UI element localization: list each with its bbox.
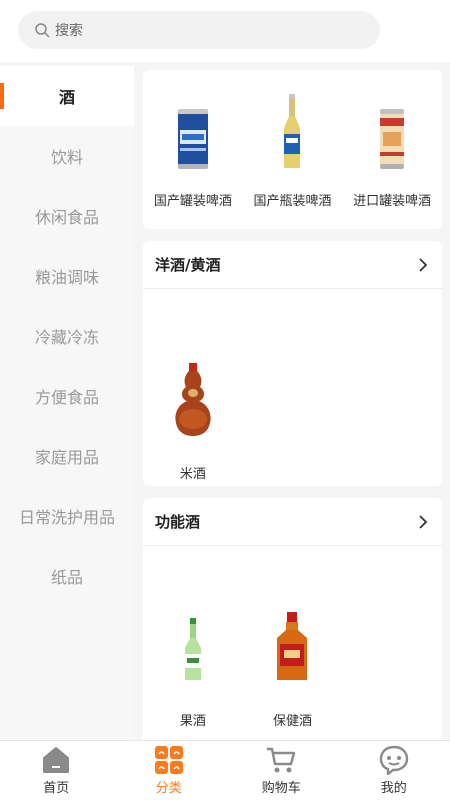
sidebar-item-label: 纸品	[50, 568, 83, 587]
sidebar-item-label: 家庭用品	[34, 448, 99, 467]
search-input[interactable]: 搜索	[18, 11, 380, 49]
gourd-bottle-icon	[175, 363, 211, 436]
functional-wine-section: 功能酒 果酒 保健酒	[143, 498, 442, 758]
beer-bottle-icon	[284, 94, 301, 168]
sidebar-item-label: 日常洗护用品	[18, 508, 115, 527]
product-label: 国产瓶装啤酒	[253, 194, 332, 209]
sidebar-item-label: 饮料	[50, 148, 83, 167]
sidebar-item-instant-food[interactable]: 方便食品	[0, 366, 134, 426]
product-imported-canned-beer[interactable]: 进口罐装啤酒	[342, 70, 442, 209]
fruit-wine-bottle-icon	[184, 618, 201, 680]
foreign-yellow-wine-section: 洋酒/黄酒 米酒	[143, 241, 442, 486]
tab-label: 购物车	[261, 781, 301, 796]
product-label: 国产罐装啤酒	[153, 194, 232, 209]
sidebar-item-label: 粮油调味	[34, 268, 99, 287]
category-content: 国产罐装啤酒 国产瓶装啤酒 进口罐装啤酒 洋酒/黄酒 米酒 功能酒 果酒 保健酒	[143, 70, 442, 770]
sidebar-item-frozen[interactable]: 冷藏冷冻	[0, 306, 134, 366]
product-label: 米酒	[179, 467, 206, 482]
category-icon	[154, 746, 183, 774]
tab-cart[interactable]: 购物车	[225, 741, 338, 800]
section-title: 洋酒/黄酒	[155, 256, 221, 274]
sidebar-item-snacks[interactable]: 休闲食品	[0, 186, 134, 246]
sidebar-item-grain-oil[interactable]: 粮油调味	[0, 246, 134, 306]
tab-home[interactable]: 首页	[0, 741, 113, 800]
section-header[interactable]: 洋酒/黄酒	[143, 241, 442, 289]
tab-label: 首页	[43, 781, 70, 796]
bottom-tab-bar: 首页 分类 购物车 我的	[0, 740, 450, 800]
product-label: 进口罐装啤酒	[353, 194, 432, 209]
search-placeholder: 搜索	[55, 23, 83, 39]
product-health-wine[interactable]: 保健酒	[243, 602, 343, 729]
sidebar-item-label: 酒	[58, 88, 75, 107]
sidebar-item-label: 方便食品	[34, 388, 99, 407]
imported-beer-can-icon	[380, 109, 405, 169]
sidebar-item-toiletries[interactable]: 日常洗护用品	[0, 486, 134, 546]
top-bar: 搜索	[0, 0, 450, 62]
beer-section: 国产罐装啤酒 国产瓶装啤酒 进口罐装啤酒	[143, 70, 442, 229]
product-label: 果酒	[179, 714, 206, 729]
tab-category[interactable]: 分类	[113, 741, 226, 800]
sidebar-item-label: 冷藏冷冻	[34, 328, 99, 347]
tab-label: 分类	[155, 781, 182, 796]
section-header[interactable]: 功能酒	[143, 498, 442, 546]
chevron-right-icon	[419, 257, 428, 272]
home-icon	[43, 747, 70, 773]
cart-icon	[267, 747, 296, 773]
search-icon	[35, 23, 50, 38]
category-sidebar: 酒 饮料 休闲食品 粮油调味 冷藏冷冻 方便食品 家庭用品 日常洗护用品 纸品	[0, 66, 134, 740]
sidebar-item-paper[interactable]: 纸品	[0, 546, 134, 606]
product-domestic-bottled-beer[interactable]: 国产瓶装啤酒	[243, 70, 343, 209]
section-title: 功能酒	[155, 513, 201, 531]
product-label: 保健酒	[272, 714, 312, 729]
product-rice-wine[interactable]: 米酒	[143, 337, 243, 482]
beer-can-icon	[177, 109, 208, 169]
tab-profile[interactable]: 我的	[338, 741, 450, 800]
tab-label: 我的	[380, 781, 407, 796]
product-domestic-canned-beer[interactable]: 国产罐装啤酒	[143, 70, 243, 209]
chevron-right-icon	[419, 514, 428, 529]
health-wine-bottle-icon	[277, 612, 308, 680]
sidebar-item-alcohol[interactable]: 酒	[0, 66, 134, 126]
product-fruit-wine[interactable]: 果酒	[143, 602, 243, 729]
sidebar-item-household[interactable]: 家庭用品	[0, 426, 134, 486]
sidebar-item-drinks[interactable]: 饮料	[0, 126, 134, 186]
sidebar-item-label: 休闲食品	[34, 208, 99, 227]
profile-icon	[379, 745, 408, 775]
